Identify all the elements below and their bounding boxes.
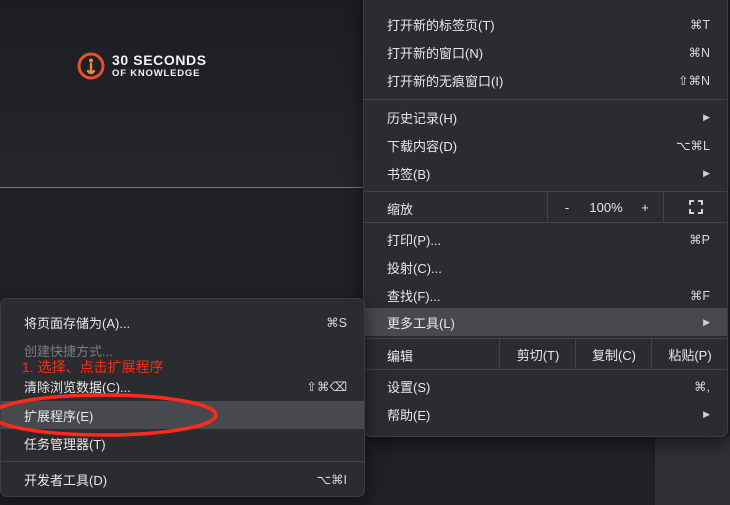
zoom-in-button[interactable]: + — [627, 192, 663, 222]
edit-row: 编辑 剪切(T) 复制(C) 粘贴(P) — [364, 339, 727, 369]
chevron-right-icon: ▶ — [703, 111, 710, 122]
shortcut-label: ⌥⌘L — [676, 138, 710, 153]
shortcut-label: ⇧⌘N — [677, 73, 710, 88]
menu-item-find[interactable]: 查找(F)... ⌘F — [364, 281, 727, 309]
shortcut-label: ⌘P — [689, 232, 710, 247]
shortcut-label: ⌘F — [689, 288, 710, 303]
shortcut-label: ⌘S — [326, 315, 347, 330]
menu-separator — [364, 222, 727, 223]
chevron-right-icon: ▶ — [703, 408, 710, 419]
site-logo[interactable]: 30 SECONDS OF KNOWLEDGE — [76, 51, 207, 81]
menu-item-more-tools[interactable]: 更多工具(L) ▶ — [364, 308, 727, 336]
zoom-level: 100% — [589, 199, 623, 215]
zoom-label: 缩放 — [387, 202, 414, 217]
shortcut-label: ⌘, — [694, 379, 710, 394]
annotation-ellipse — [0, 393, 218, 437]
chrome-main-menu: 打开新的标签页(T) ⌘T 打开新的窗口(N) ⌘N 打开新的无痕窗口(I) ⇧… — [363, 0, 728, 437]
menu-item-help[interactable]: 帮助(E) ▶ — [364, 400, 727, 428]
chevron-right-icon: ▶ — [703, 167, 710, 178]
menu-item-cast[interactable]: 投射(C)... — [364, 253, 727, 281]
menu-separator — [364, 99, 727, 100]
zoom-out-button[interactable]: - — [547, 192, 586, 222]
fullscreen-icon — [689, 200, 703, 214]
menu-item-downloads[interactable]: 下载内容(D) ⌥⌘L — [364, 131, 727, 159]
annotation-text: 1. 选择、点击扩展程序 — [22, 359, 164, 375]
logo-subtitle: OF KNOWLEDGE — [112, 68, 201, 80]
menu-item-save-page[interactable]: 将页面存储为(A)... ⌘S — [1, 308, 364, 336]
fullscreen-button[interactable] — [663, 192, 728, 222]
shortcut-label: ⌥⌘I — [316, 472, 347, 487]
shortcut-label: ⇧⌘⌫ — [306, 379, 347, 394]
logo-mark-icon — [77, 52, 105, 80]
menu-item-new-tab[interactable]: 打开新的标签页(T) ⌘T — [364, 10, 727, 38]
shortcut-label: ⌘N — [688, 45, 710, 60]
menu-item-new-window[interactable]: 打开新的窗口(N) ⌘N — [364, 38, 727, 66]
menu-item-developer-tools[interactable]: 开发者工具(D) ⌥⌘I — [1, 465, 364, 493]
edit-label: 编辑 — [387, 349, 414, 364]
paste-button[interactable]: 粘贴(P) — [651, 339, 728, 369]
menu-separator — [364, 369, 727, 370]
page-side-panel — [655, 436, 730, 505]
copy-button[interactable]: 复制(C) — [575, 339, 652, 369]
menu-item-new-incognito-window[interactable]: 打开新的无痕窗口(I) ⇧⌘N — [364, 66, 727, 94]
menu-item-bookmarks[interactable]: 书签(B) ▶ — [364, 159, 727, 187]
menu-item-print[interactable]: 打印(P)... ⌘P — [364, 225, 727, 253]
cut-button[interactable]: 剪切(T) — [499, 339, 576, 369]
logo-title: 30 SECONDS — [112, 52, 207, 69]
shortcut-label: ⌘T — [689, 17, 710, 32]
chevron-right-icon: ▶ — [703, 316, 710, 327]
zoom-row: 缩放 - 100% + — [364, 192, 727, 222]
menu-item-history[interactable]: 历史记录(H) ▶ — [364, 103, 727, 131]
menu-item-settings[interactable]: 设置(S) ⌘, — [364, 372, 727, 400]
menu-separator — [1, 461, 364, 462]
